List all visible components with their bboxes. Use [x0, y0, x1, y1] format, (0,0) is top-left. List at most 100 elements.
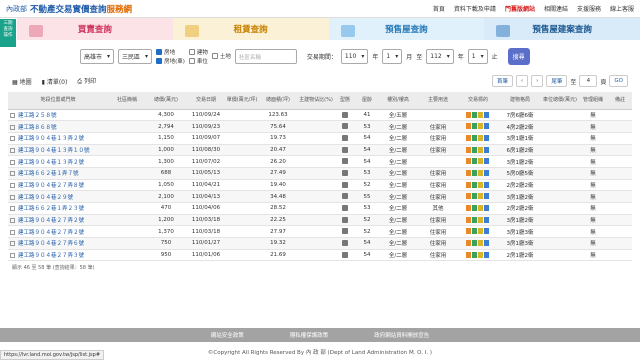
to-month-select[interactable]: 1 ▾ [467, 48, 488, 64]
checkbox-icon[interactable] [10, 159, 15, 165]
checkbox-icon[interactable] [10, 112, 15, 118]
page-input[interactable]: 4 [579, 75, 598, 87]
column-header[interactable]: 社區簡稱 [108, 92, 146, 110]
type-building[interactable]: 建物 [188, 48, 208, 56]
map-view-button[interactable]: ▦ 地圖 [12, 77, 32, 86]
checkbox-icon[interactable] [10, 147, 15, 153]
table-row[interactable]: 建工路９０４巷１３弄１０號 1,000 110/08/30 20.47 54 全/二層 住家… [8, 144, 632, 157]
tab-rental[interactable]: 租賃查詢 [172, 18, 329, 40]
type-parking[interactable]: 車位 [188, 57, 208, 65]
table-row[interactable]: 建工路９０４巷２７弄６號 750 110/01/27 19.32 54 全/二層 住家用 3房… [8, 237, 632, 250]
table-row[interactable]: 建工路９０４巷２９號 2,100 110/04/13 34.48 55 全/二層 住家用 3房… [8, 190, 632, 203]
nav-service[interactable]: 線上客服 [610, 4, 634, 13]
from-month-select[interactable]: 1 ▾ [382, 48, 403, 64]
address-link[interactable]: 建工路９０４巷１３弄２號 [18, 160, 84, 166]
checkbox-icon[interactable] [10, 171, 15, 177]
last-page-button[interactable]: 尾筆 [546, 75, 568, 87]
column-header[interactable]: 主要用途 [418, 92, 458, 110]
district-select[interactable]: 三民區 ▾ [118, 48, 153, 64]
table-row[interactable]: 建工路９０４巷２７弄３號 950 110/01/06 21.69 54 全/二層 住家用 2房… [8, 249, 632, 262]
checkbox-icon[interactable] [10, 136, 15, 142]
address-link[interactable]: 建工路６６２巷１弄７號 [18, 171, 79, 177]
footer-privacy[interactable]: 隱私權保護政策 [290, 331, 329, 339]
address-link[interactable]: 建工路９０４巷２９號 [18, 195, 73, 201]
tab-sales[interactable]: 買賣查詢 [17, 18, 173, 40]
tab-presale-project[interactable]: 預售屋建案查詢 [484, 18, 640, 40]
nav-download[interactable]: 資料下載及申請 [454, 4, 496, 13]
column-header[interactable]: 型態 [334, 92, 356, 110]
column-header[interactable]: 總價(萬元) [146, 92, 186, 110]
city-select[interactable]: 高雄市 ▾ [80, 48, 115, 64]
site-logo[interactable]: 內政部 不動產交易實價查詢服務網 [6, 3, 132, 15]
checkbox-checked-icon[interactable] [156, 48, 163, 55]
checkbox-icon[interactable] [211, 53, 218, 59]
print-button[interactable]: ⎙ 列印 [77, 76, 96, 86]
first-page-button[interactable]: 首筆 [491, 75, 513, 87]
from-year-select[interactable]: 110 ▾ [340, 48, 369, 64]
table-row[interactable]: 建工路２５８號 4,300 110/09/24 123.63 41 全/五層 7房6廳6衛 無 [8, 109, 632, 122]
address-link[interactable]: 建工路６６２巷１弄２３號 [18, 206, 84, 212]
address-link[interactable]: 建工路９０４巷２７弄２號 [18, 230, 84, 236]
column-header[interactable]: 屋齡 [356, 92, 378, 110]
checkbox-icon[interactable] [10, 206, 15, 212]
nav-support[interactable]: 支援服務 [577, 4, 601, 13]
column-header[interactable]: 總面積(坪) [258, 92, 298, 110]
type-house-land-parking[interactable]: 房地(車) [156, 57, 185, 65]
transaction-tag-icon [472, 181, 477, 188]
community-input[interactable]: 社區名稱 [234, 48, 297, 64]
to-year-select[interactable]: 112 ▾ [426, 48, 454, 64]
address-link[interactable]: 建工路９０４巷２７弄８號 [18, 183, 84, 189]
footer-security[interactable]: 網站安全政策 [211, 331, 244, 339]
column-header[interactable]: 備註 [608, 92, 632, 110]
prev-page-button[interactable]: ‹ [515, 75, 529, 87]
address-link[interactable]: 建工路９０４巷２７弄３號 [18, 253, 84, 259]
checkbox-icon[interactable] [188, 57, 195, 64]
checkbox-icon[interactable] [10, 124, 15, 130]
table-row[interactable]: 建工路９０４巷１３弄２號 1,150 110/09/07 19.73 54 全/二層 住家用… [8, 132, 632, 145]
column-header[interactable]: 樓別/樓高 [378, 92, 418, 110]
checkbox-checked-icon[interactable] [156, 57, 163, 64]
list-view-button[interactable]: ▮ 清單(0) [42, 77, 68, 86]
column-header[interactable]: 主建物佔比(%) [298, 92, 334, 110]
table-row[interactable]: 建工路６６２巷１弄７號 688 110/05/13 27.49 53 全/二層 住家用 5房0… [8, 167, 632, 180]
footer-opendata[interactable]: 政府網站資料開放宣告 [374, 331, 429, 339]
table-row[interactable]: 建工路８６８號 2,794 110/09/23 75.64 53 全/二層 住家用 4房2廳2… [8, 120, 632, 133]
column-header[interactable]: 交易標的 [458, 92, 498, 110]
column-header[interactable]: 單價(萬元/坪) [226, 92, 258, 110]
search-button[interactable]: 搜尋 [507, 47, 530, 65]
address-link[interactable]: 建工路９０４巷２７弄２號 [18, 218, 84, 224]
table-row[interactable]: 建工路９０４巷１３弄２號 1,300 110/07/02 26.20 54 全/二層 3房1… [8, 155, 632, 168]
checkbox-icon[interactable] [10, 182, 15, 188]
checkbox-icon[interactable] [10, 194, 15, 200]
address-link[interactable]: 建工路９０４巷２７弄６號 [18, 241, 84, 247]
list-label: 清單(0) [46, 78, 68, 86]
table-row[interactable]: 建工路９０４巷２７弄２號 1,200 110/03/18 22.25 52 全/二層 住家用… [8, 214, 632, 227]
side-badge[interactable]: 三期 查詢 操作 [0, 19, 16, 47]
checkbox-icon[interactable] [10, 241, 15, 247]
column-header[interactable]: 建物格局 [498, 92, 542, 110]
column-header[interactable]: 地段位置或門牌 [8, 92, 108, 110]
column-header[interactable]: 交易日期 [186, 92, 226, 110]
nav-home[interactable]: 首頁 [433, 4, 445, 13]
type-land[interactable]: 土地 [211, 52, 231, 60]
table-cell: 54 [356, 249, 378, 262]
address-link[interactable]: 建工路９０４巷１３弄２號 [18, 136, 84, 142]
nav-old-site[interactable]: 門舊版網站 [505, 4, 535, 13]
column-header[interactable]: 車位總價(萬元) [542, 92, 578, 110]
next-page-button[interactable]: › [531, 75, 544, 87]
checkbox-icon[interactable] [10, 253, 15, 259]
type-house-land[interactable]: 房地 [156, 48, 185, 56]
table-row[interactable]: 建工路９０４巷２７弄２號 1,370 110/03/18 27.97 52 全/二層 住家用… [8, 225, 632, 239]
column-header[interactable]: 管理組織 [578, 92, 608, 110]
nav-links[interactable]: 相關連結 [544, 4, 568, 13]
tab-presale[interactable]: 預售屋查詢 [328, 18, 485, 40]
checkbox-icon[interactable] [188, 48, 195, 55]
address-link[interactable]: 建工路９０４巷１３弄１０號 [18, 148, 90, 154]
checkbox-icon[interactable] [10, 229, 15, 235]
table-row[interactable]: 建工路６６２巷１弄２３號 470 110/04/06 28.52 53 全/二層 其他 2房2… [8, 202, 632, 215]
go-button[interactable]: GO [609, 75, 628, 87]
address-link[interactable]: 建工路２５８號 [18, 113, 57, 119]
address-link[interactable]: 建工路８６８號 [18, 125, 57, 131]
table-row[interactable]: 建工路９０４巷２７弄８號 1,050 110/04/21 19.40 52 全/二層 住家用… [8, 179, 632, 192]
checkbox-icon[interactable] [10, 218, 15, 224]
